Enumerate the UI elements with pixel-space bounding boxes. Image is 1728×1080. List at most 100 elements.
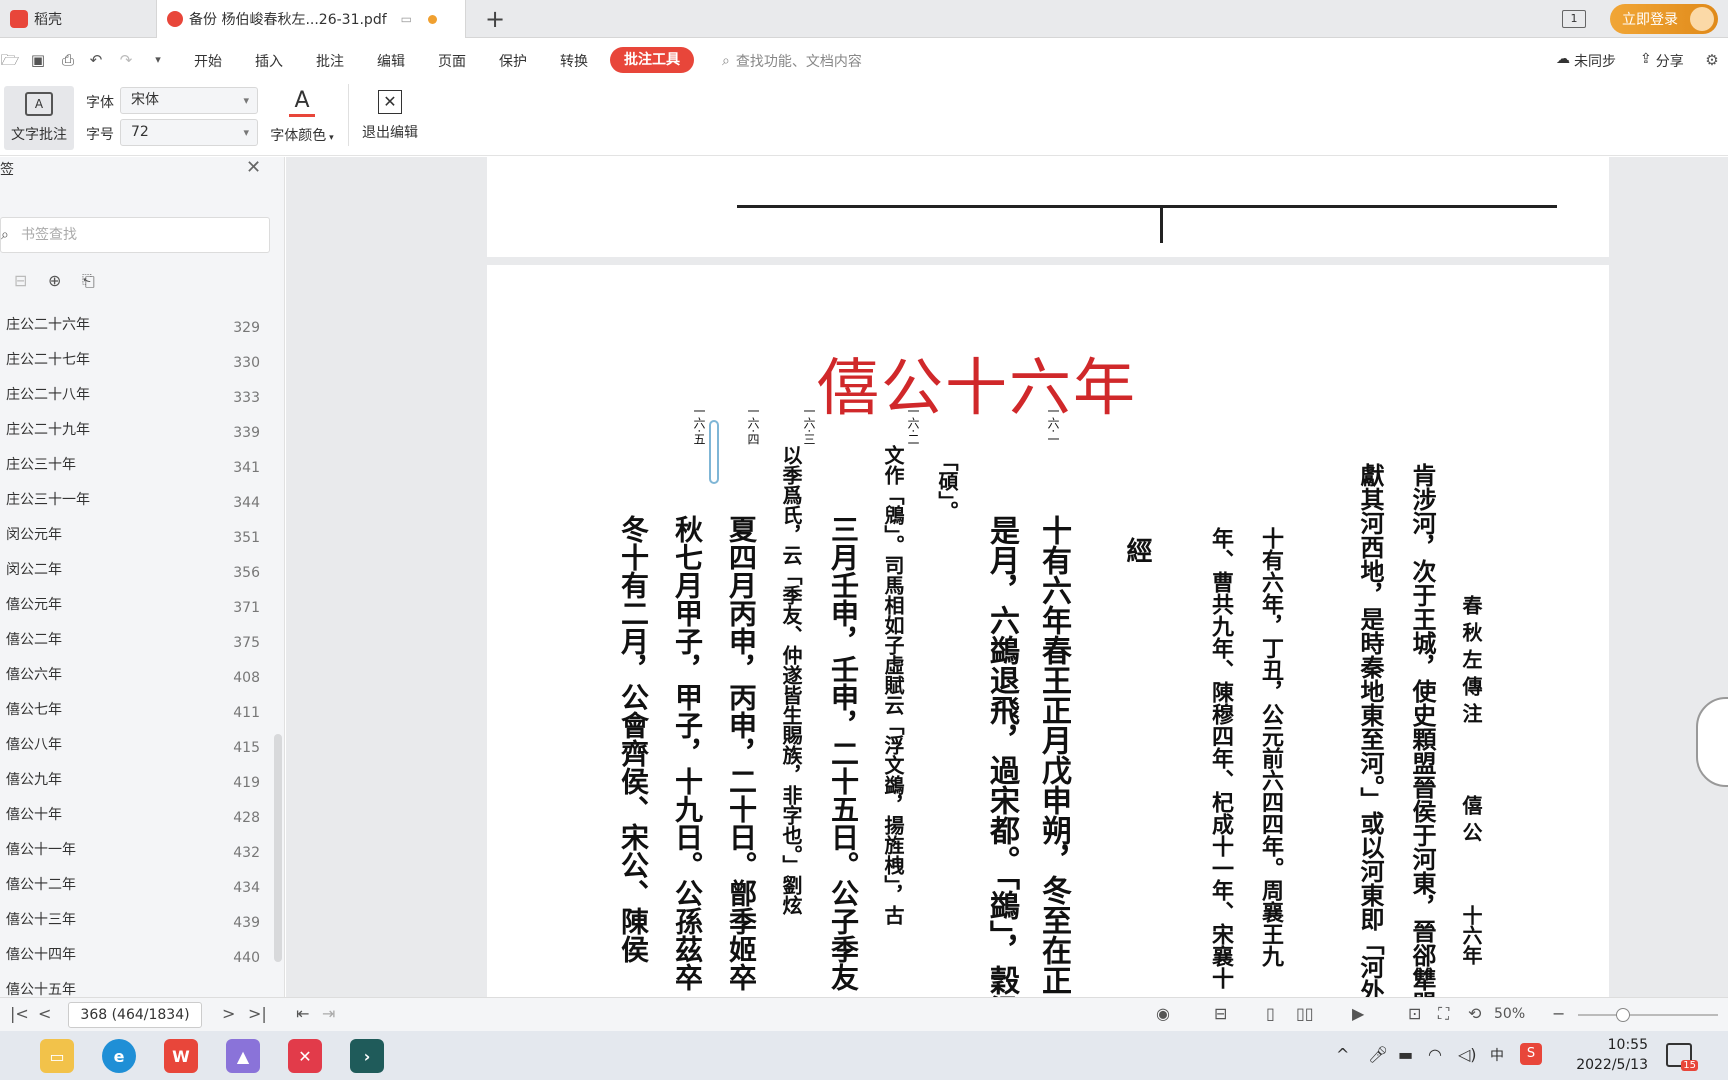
bookmark-icon[interactable]: ⎗	[82, 271, 95, 291]
wifi-icon[interactable]: ◠	[1428, 1045, 1442, 1064]
eye-protection-icon[interactable]: ◉	[1156, 1004, 1170, 1023]
size-select[interactable]: 72 ▾	[120, 119, 258, 146]
bookmark-item-page: 333	[233, 390, 260, 406]
menu-page[interactable]: 页面	[438, 51, 466, 71]
login-button[interactable]: 立即登录	[1610, 4, 1718, 34]
menu-convert[interactable]: 转换	[560, 51, 588, 71]
bookmark-item[interactable]: 僖公十年 428	[6, 802, 260, 837]
add-bookmark-icon[interactable]: ⊕	[48, 271, 61, 290]
exit-edit-button[interactable]: ✕ 退出编辑	[356, 84, 424, 150]
sidebar-scrollbar[interactable]	[274, 734, 282, 962]
bookmark-item[interactable]: 庄公三十年 341	[6, 452, 260, 487]
function-search[interactable]: ⌕ 查找功能、文档内容	[722, 51, 862, 71]
bookmark-item[interactable]: 庄公二十八年 333	[6, 382, 260, 417]
xmind-app-icon[interactable]: ✕	[288, 1039, 322, 1073]
save-icon[interactable]: ▣	[28, 50, 48, 70]
prev-page-icon[interactable]: <	[38, 1004, 51, 1023]
last-page-icon[interactable]: >|	[248, 1004, 267, 1023]
menu-start[interactable]: 开始	[194, 51, 222, 71]
double-page-icon[interactable]: ▯▯	[1296, 1004, 1314, 1023]
open-folder-icon[interactable]: 🗁	[0, 50, 20, 70]
fit-width-icon[interactable]: ⊟	[1214, 1004, 1227, 1023]
zoom-slider[interactable]	[1578, 1008, 1718, 1022]
redo-icon[interactable]: ↷	[116, 50, 136, 70]
text-annotation-button[interactable]: A 文字批注	[4, 86, 74, 150]
document-viewer[interactable]: 僖公十六年 春 秋 左 傳 注 僖 公 十六年 肯涉河，次于王城，使史顆盟晉侯于…	[286, 157, 1728, 997]
system-clock[interactable]: 10:55 2022/5/13	[1576, 1035, 1648, 1075]
page-number-input[interactable]: 368 (464/1834)	[68, 1002, 202, 1028]
back-icon[interactable]: ⇤	[296, 1004, 309, 1023]
print-icon[interactable]: ⎙	[58, 50, 78, 70]
new-tab-button[interactable]: +	[480, 4, 510, 34]
battery-icon[interactable]: ▬	[1398, 1045, 1413, 1064]
bookmark-item[interactable]: 庄公二十六年 329	[6, 312, 260, 347]
bookmark-item[interactable]: 僖公二年 375	[6, 627, 260, 662]
input-method-icon[interactable]: 中	[1490, 1045, 1504, 1065]
tab-document-label: 备份 杨伯峻春秋左...26-31.pdf	[189, 12, 387, 28]
share-button[interactable]: ⇪ 分享	[1640, 51, 1684, 71]
wps-office-icon[interactable]: W	[164, 1039, 198, 1073]
bookmark-item[interactable]: 僖公七年 411	[6, 697, 260, 732]
single-page-icon[interactable]: ▯	[1266, 1004, 1275, 1023]
zoom-out-icon[interactable]: −	[1552, 1004, 1565, 1023]
fit-page-icon[interactable]: ⛶	[1438, 1004, 1449, 1024]
menu-insert[interactable]: 插入	[255, 51, 283, 71]
expand-all-icon[interactable]: ⊟	[14, 271, 27, 290]
bookmark-search-input[interactable]: ⌕ 书签查找	[0, 217, 270, 253]
actual-size-icon[interactable]: ⊡	[1408, 1004, 1421, 1023]
tab-document[interactable]: 备份 杨伯峻春秋左...26-31.pdf ▭	[156, 0, 466, 38]
bookmark-item[interactable]: 僖公十二年 434	[6, 872, 260, 907]
menu-annotation-tool[interactable]: 批注工具	[610, 47, 694, 73]
bookmark-item[interactable]: 僖公十三年 439	[6, 907, 260, 942]
bookmark-item[interactable]: 庄公二十七年 330	[6, 347, 260, 382]
next-page-icon[interactable]: >	[222, 1004, 235, 1023]
bookmark-item[interactable]: 僖公十四年 440	[6, 942, 260, 977]
bookmark-item[interactable]: 僖公十一年 432	[6, 837, 260, 872]
font-select[interactable]: 宋体 ▾	[120, 87, 258, 114]
sync-button[interactable]: ☁ 未同步	[1556, 51, 1616, 71]
menu-edit[interactable]: 编辑	[377, 51, 405, 71]
bookmark-item[interactable]: 闵公二年 356	[6, 557, 260, 592]
monitor-icon[interactable]: ▭	[401, 12, 412, 26]
bookmark-item[interactable]: 僖公九年 419	[6, 767, 260, 802]
tray-expand-icon[interactable]: ^	[1336, 1045, 1349, 1064]
close-icon[interactable]: ✕	[246, 157, 261, 178]
sogou-ime-icon[interactable]: S	[1520, 1043, 1542, 1065]
bookmark-item[interactable]: 闵公元年 351	[6, 522, 260, 557]
bookmark-item[interactable]: 庄公二十九年 339	[6, 417, 260, 452]
tab-home[interactable]: 稻壳	[0, 0, 156, 38]
bookmark-item[interactable]: 僖公十五年	[6, 977, 260, 997]
bookmark-item[interactable]: 僖公八年 415	[6, 732, 260, 767]
text-cursor-handle[interactable]	[709, 420, 719, 484]
menu-bar: 🗁 ▣ ⎙ ↶ ↷ ▾ 开始 插入 批注 编辑 页面 保护 转换 批注工具 ⌕ …	[0, 38, 1728, 84]
terminal-app-icon[interactable]: ›	[350, 1039, 384, 1073]
first-page-icon[interactable]: |<	[10, 1004, 29, 1023]
page-counter-icon[interactable]: 1	[1562, 10, 1586, 28]
zoom-level[interactable]: 50%	[1494, 1006, 1525, 1022]
file-explorer-icon[interactable]: ▭	[40, 1039, 74, 1073]
undo-icon[interactable]: ↶	[86, 50, 106, 70]
font-color-button[interactable]: A 字体颜色 ▾	[266, 84, 338, 150]
settings-icon[interactable]: ⚙	[1702, 50, 1722, 70]
play-icon[interactable]: ▶	[1352, 1004, 1364, 1023]
quick-access-dropdown-icon[interactable]: ▾	[148, 50, 168, 70]
bookmark-item-page: 375	[233, 635, 260, 651]
notification-icon[interactable]: 15	[1666, 1043, 1698, 1071]
prev-text-col-1: 肯涉河，次于王城，使史顆盟晉侯于河東，晉郤犨盟	[1408, 463, 1437, 997]
rotate-icon[interactable]: ⟲	[1468, 1004, 1481, 1023]
zoom-slider-thumb[interactable]	[1616, 1008, 1630, 1022]
bookmark-item-page: 434	[233, 880, 260, 896]
menu-annotate[interactable]: 批注	[316, 51, 344, 71]
bookmark-item[interactable]: 僖公六年 408	[6, 662, 260, 697]
bookmark-item[interactable]: 僖公元年 371	[6, 592, 260, 627]
volume-icon[interactable]: ◁)	[1458, 1045, 1477, 1064]
microphone-icon[interactable]: 🎤︎	[1368, 1045, 1388, 1064]
photos-app-icon[interactable]: ▲	[226, 1039, 260, 1073]
bookmark-item[interactable]: 庄公三十一年 344	[6, 487, 260, 522]
forward-icon[interactable]: ⇥	[322, 1004, 335, 1023]
mascot-icon[interactable]	[1696, 697, 1728, 787]
menu-protect[interactable]: 保护	[499, 51, 527, 71]
bookmark-search-placeholder: 书签查找	[21, 227, 77, 243]
edge-browser-icon[interactable]: e	[102, 1039, 136, 1073]
notification-badge: 15	[1681, 1060, 1698, 1071]
